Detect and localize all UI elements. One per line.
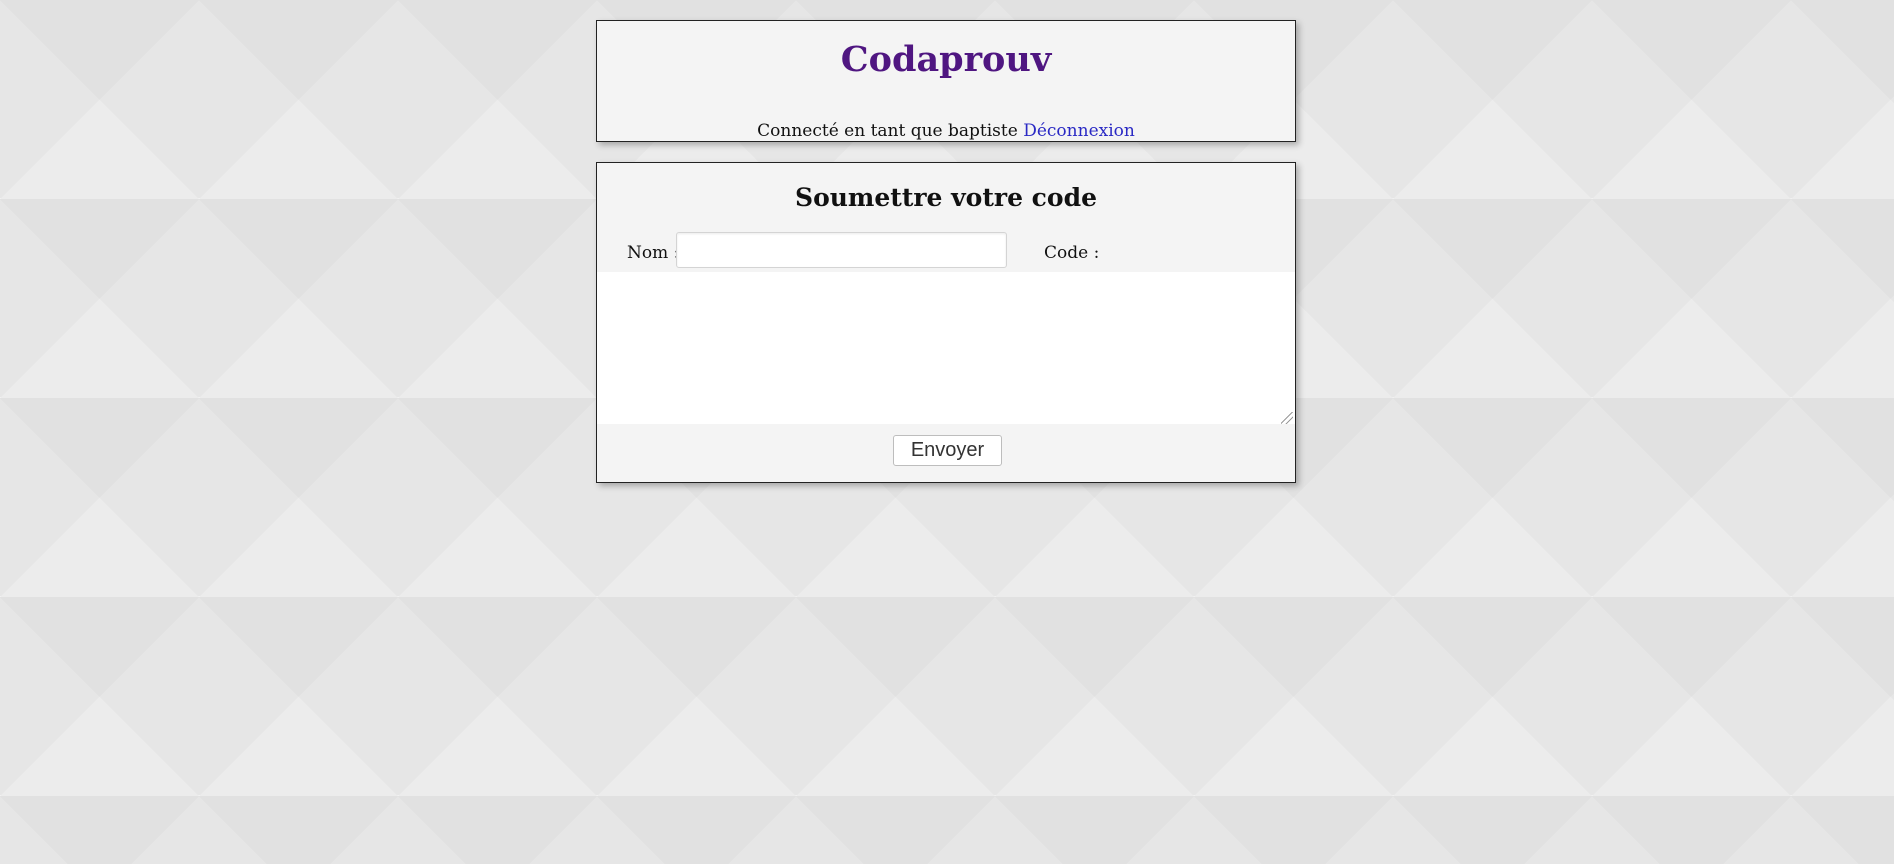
code-label: Code : [1044, 243, 1100, 263]
header-panel: Codaprouv Connecté en tant que baptiste … [596, 20, 1296, 142]
code-textarea[interactable] [597, 272, 1295, 424]
resize-grip-icon[interactable] [1281, 412, 1293, 424]
login-status-text: Connecté en tant que baptiste [757, 121, 1018, 141]
name-input[interactable] [676, 232, 1007, 268]
name-label: Nom : [627, 243, 680, 263]
logout-link[interactable]: Déconnexion [1023, 121, 1135, 141]
submit-code-form: Soumettre votre code Nom : Code : Envoye… [596, 162, 1296, 483]
submit-button[interactable]: Envoyer [893, 435, 1002, 466]
form-title: Soumettre votre code [795, 183, 1097, 212]
site-title: Codaprouv [840, 39, 1052, 80]
login-status: Connecté en tant que baptiste Déconnexio… [597, 119, 1295, 143]
